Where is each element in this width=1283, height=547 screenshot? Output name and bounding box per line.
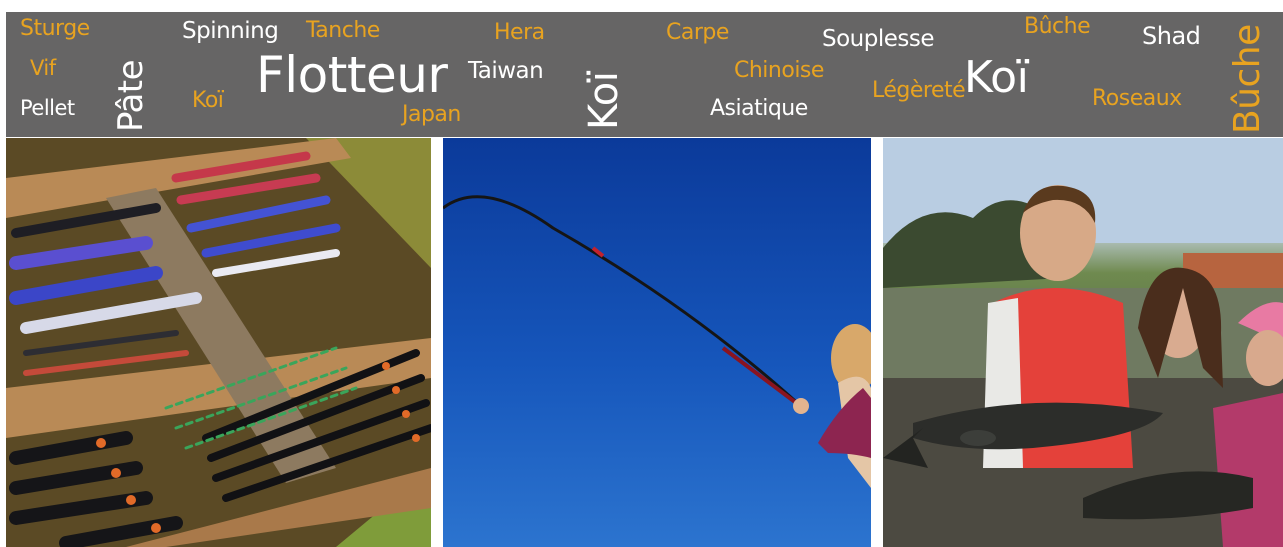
floats-box-illustration xyxy=(6,138,431,547)
children-with-fish-photo xyxy=(883,138,1283,547)
banner-word: Koï xyxy=(192,88,224,113)
banner-word: Tanche xyxy=(306,18,380,43)
banner-word: Roseaux xyxy=(1092,86,1182,111)
banner-word: Taiwan xyxy=(468,58,544,84)
banner-word: Chinoise xyxy=(734,58,824,83)
banner-word: Shad xyxy=(1142,22,1201,50)
banner-word: Koï xyxy=(964,52,1029,103)
banner-word: Pâte xyxy=(111,59,151,132)
banner-word: Japan xyxy=(402,102,461,127)
banner-word: Spinning xyxy=(182,18,279,44)
fishing-pole-photo xyxy=(443,138,871,547)
banner-word: Souplesse xyxy=(822,26,935,52)
word-cloud-banner: Sturge Vif Pellet Pâte Spinning Tanche K… xyxy=(6,12,1283,137)
floats-box-photo xyxy=(6,138,431,547)
banner-word: Pellet xyxy=(20,96,75,120)
banner-word: Koï xyxy=(581,71,627,130)
children-with-fish-illustration xyxy=(883,138,1283,547)
banner-word: Flotteur xyxy=(256,46,448,104)
banner-word: Hera xyxy=(494,20,545,45)
fishing-pole-illustration xyxy=(443,195,871,488)
banner-word: Carpe xyxy=(666,20,729,45)
banner-word: Bûche xyxy=(1024,14,1091,39)
banner-word: Légèreté xyxy=(872,78,966,103)
banner-word: Vif xyxy=(30,56,56,80)
banner-word: Sturge xyxy=(20,16,90,41)
banner-word: Asiatique xyxy=(710,96,808,121)
banner-word: Bûche xyxy=(1227,24,1268,134)
